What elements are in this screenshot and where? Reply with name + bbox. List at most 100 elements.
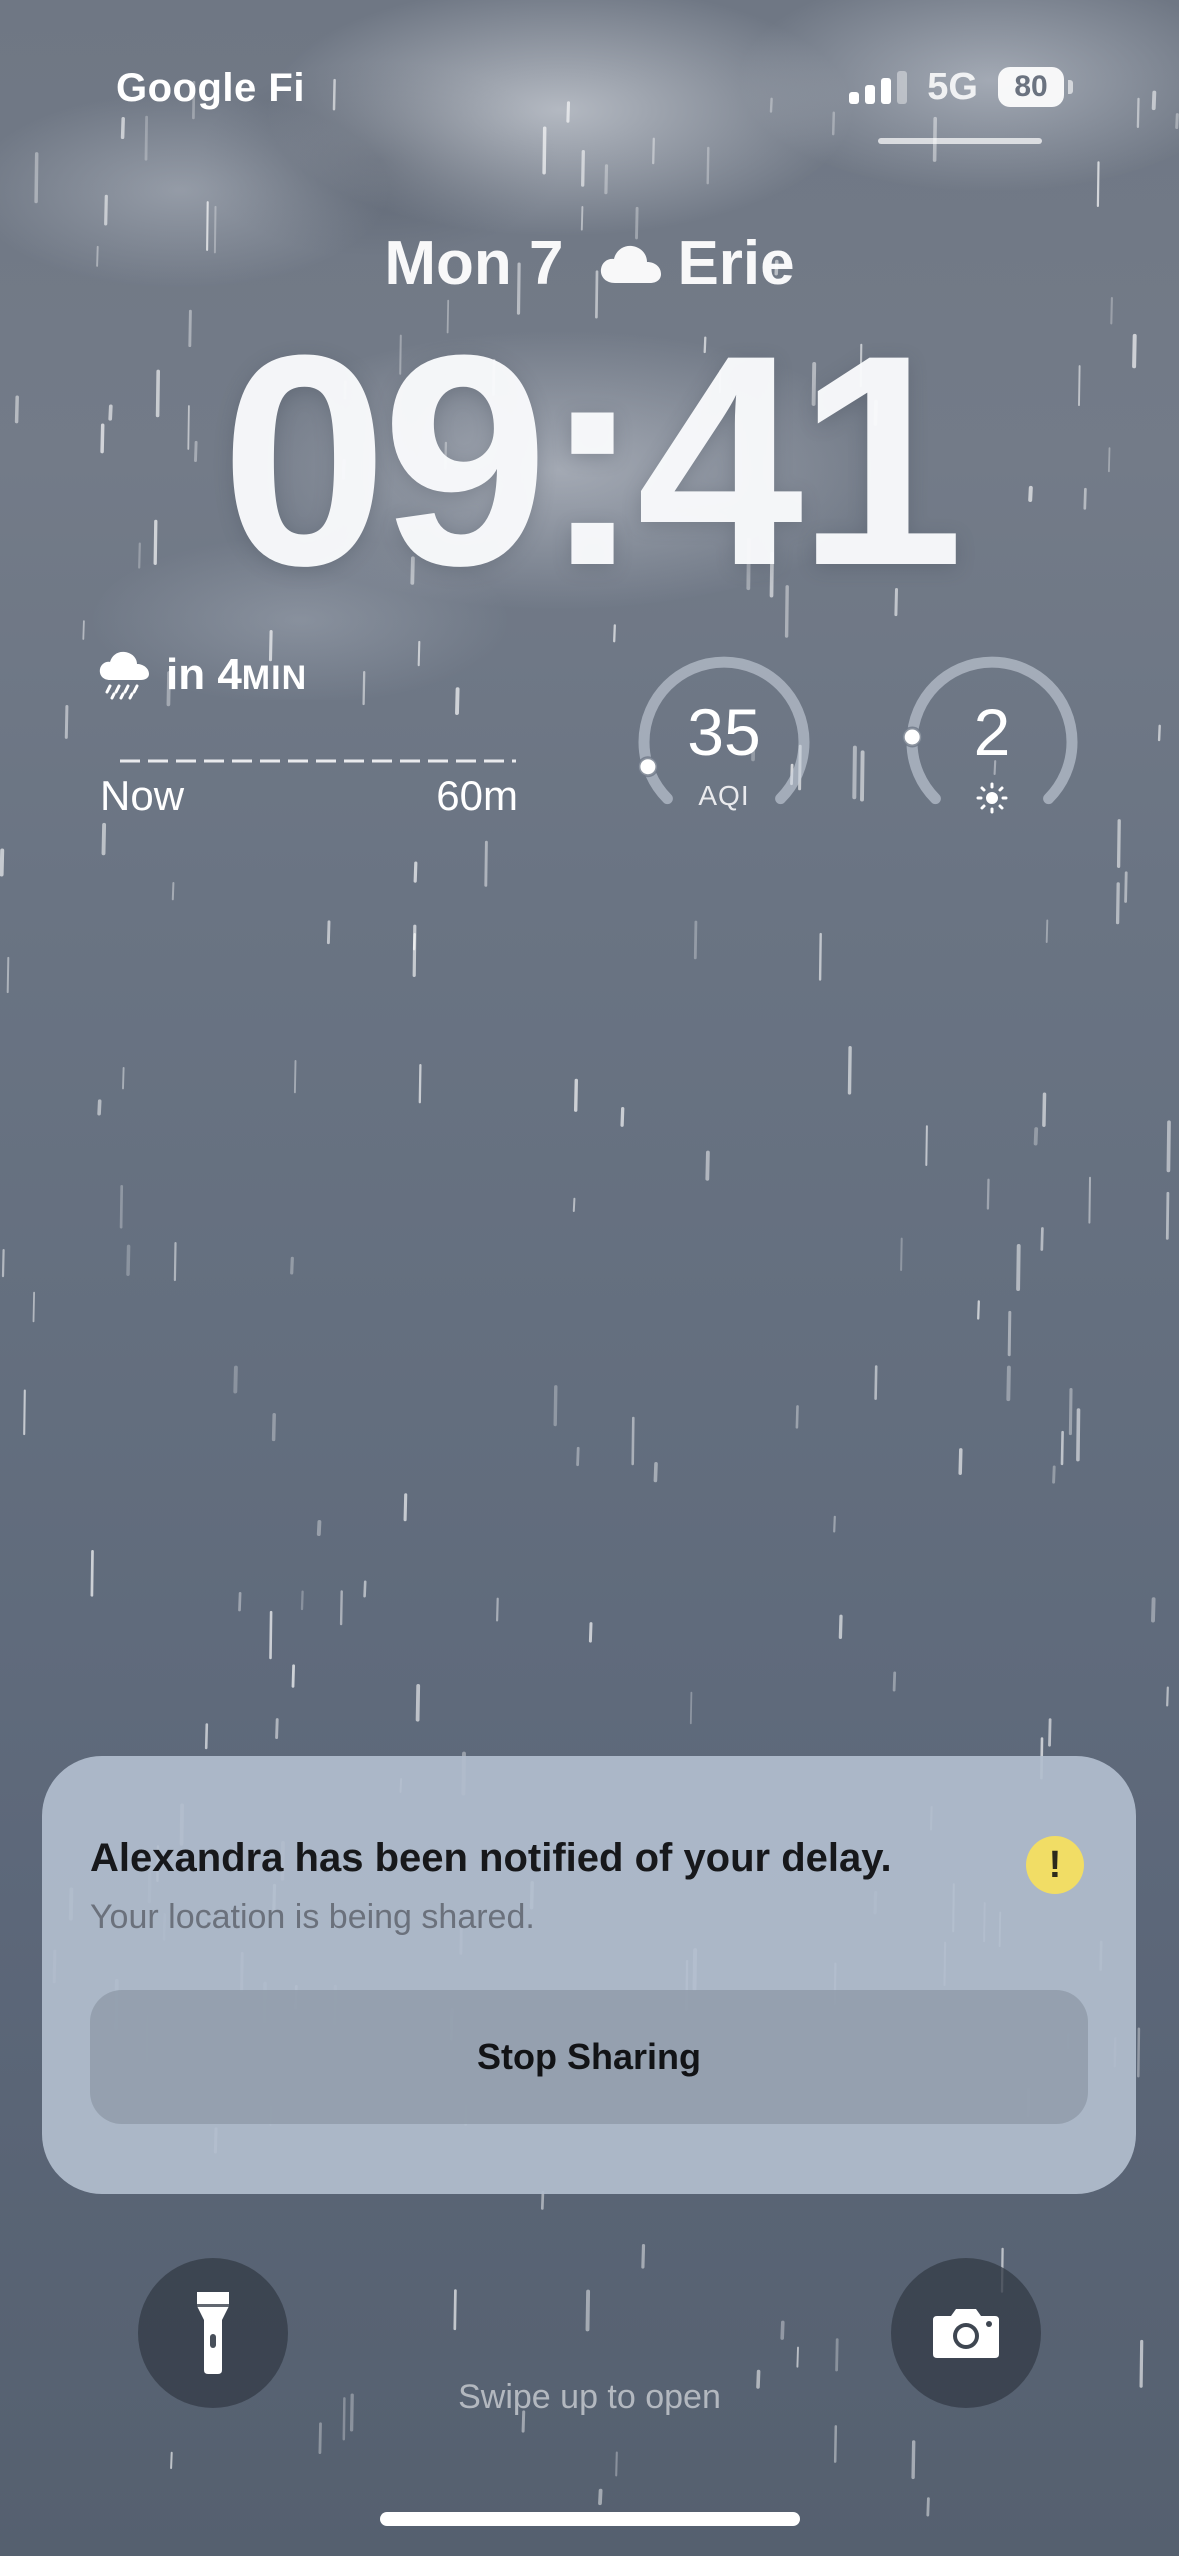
cloud-icon	[601, 245, 662, 283]
status-indicators: 5G 80	[849, 62, 1073, 112]
raindrop	[1166, 1686, 1169, 1707]
raindrop	[1068, 1387, 1073, 1436]
raindrop	[271, 1413, 276, 1442]
raindrop	[126, 1244, 131, 1276]
raindrop	[615, 2451, 618, 2477]
raindrop	[1016, 1244, 1021, 1292]
raindrop	[23, 1389, 26, 1436]
raindrop	[1157, 724, 1161, 742]
date-weather-row[interactable]: Mon 7 Erie	[0, 228, 1179, 299]
raindrop	[795, 1405, 799, 1429]
raindrop	[1033, 1127, 1039, 1146]
raindrop	[705, 1150, 710, 1181]
raindrop	[986, 1178, 990, 1210]
location-sharing-notification[interactable]: Alexandra has been notified of your dela…	[42, 1756, 1136, 2194]
raindrop	[1115, 882, 1120, 925]
aqi-value: 35	[687, 695, 761, 769]
raindrop	[641, 2244, 646, 2269]
raindrop	[540, 2190, 545, 2210]
cloud-rain-icon	[99, 651, 149, 700]
raindrop	[693, 920, 698, 960]
aqi-label: AQI	[698, 780, 750, 811]
raindrop	[293, 1060, 297, 1094]
raindrop	[1137, 2027, 1141, 2078]
raindrop	[415, 1684, 421, 1722]
lock-clock[interactable]: 09:41	[0, 310, 1179, 610]
uv-index-value: 2	[973, 695, 1011, 769]
raindrop	[574, 1078, 578, 1112]
raindrop	[653, 1462, 658, 1483]
raindrop	[818, 932, 822, 981]
raindrop	[64, 705, 69, 739]
raindrop	[1151, 1597, 1156, 1623]
rain-timeline-labels: Now 60m	[100, 772, 518, 820]
raindrop	[588, 1622, 593, 1643]
raindrop	[860, 750, 865, 802]
raindrop	[689, 1691, 693, 1725]
raindrop	[566, 101, 571, 123]
raindrop	[833, 1515, 836, 1533]
raindrop	[1116, 819, 1121, 868]
uv-index-gauge-widget[interactable]: 2	[902, 652, 1082, 832]
raindrop	[706, 146, 710, 185]
raindrop	[6, 956, 10, 994]
raindrop	[119, 1185, 124, 1229]
raindrop	[1151, 90, 1157, 111]
stop-sharing-button[interactable]: Stop Sharing	[90, 1990, 1088, 2124]
rain-forecast-prefix: in 4	[166, 650, 242, 699]
raindrop	[453, 2289, 457, 2331]
raindrop	[34, 152, 39, 204]
raindrop	[796, 2346, 799, 2368]
rain-forecast-unit: MIN	[241, 659, 308, 697]
raindrop	[339, 1590, 343, 1626]
rain-forecast-widget[interactable]: in 4MIN Now 60m	[98, 650, 518, 830]
rain-forecast-header: in 4MIN	[98, 650, 518, 700]
raindrop	[1048, 1718, 1052, 1747]
raindrop	[833, 2425, 838, 2463]
raindrop	[173, 1241, 177, 1282]
raindrop	[553, 1385, 558, 1427]
battery-icon: 80	[998, 67, 1073, 107]
raindrop	[291, 1664, 296, 1688]
raindrop	[97, 1099, 102, 1116]
home-indicator[interactable]	[380, 2512, 800, 2526]
raindrop	[780, 2320, 785, 2340]
flashlight-icon	[197, 2292, 229, 2374]
raindrop	[1007, 1310, 1012, 1357]
raindrop	[0, 848, 5, 877]
raindrop	[1045, 919, 1049, 943]
raindrop	[496, 1597, 499, 1622]
raindrop	[892, 1671, 897, 1692]
raindrop	[874, 1365, 878, 1400]
network-type: 5G	[927, 65, 978, 108]
raindrop	[838, 1614, 843, 1639]
raindrop	[852, 745, 857, 800]
raindrop	[204, 1723, 209, 1750]
raindrop	[542, 126, 547, 175]
raindrop	[413, 861, 418, 883]
raindrop	[598, 2488, 603, 2506]
raindrop	[900, 1237, 903, 1271]
raindrop	[170, 2451, 173, 2469]
raindrop	[1124, 871, 1128, 903]
raindrop	[1165, 1191, 1170, 1240]
raindrop	[911, 2440, 916, 2480]
date-label: Mon 7	[384, 229, 564, 298]
raindrop	[120, 117, 125, 140]
raindrop	[1136, 97, 1140, 128]
raindrop	[326, 920, 331, 945]
raindrop	[831, 111, 836, 136]
raindrop	[1, 1248, 5, 1278]
raindrop	[90, 1550, 94, 1597]
swipe-up-hint: Swipe up to open	[458, 2378, 721, 2416]
raindrop	[925, 1125, 928, 1166]
weather-location: Erie	[599, 228, 795, 299]
camera-icon	[933, 2309, 999, 2358]
raindrop	[290, 1256, 294, 1275]
aqi-gauge-widget[interactable]: 35 AQI	[634, 652, 814, 832]
warning-icon: !	[1026, 1836, 1084, 1894]
raindrop	[318, 2422, 322, 2455]
raindrop	[275, 1718, 279, 1740]
raindrop	[580, 206, 584, 231]
raindrop	[620, 1106, 625, 1127]
